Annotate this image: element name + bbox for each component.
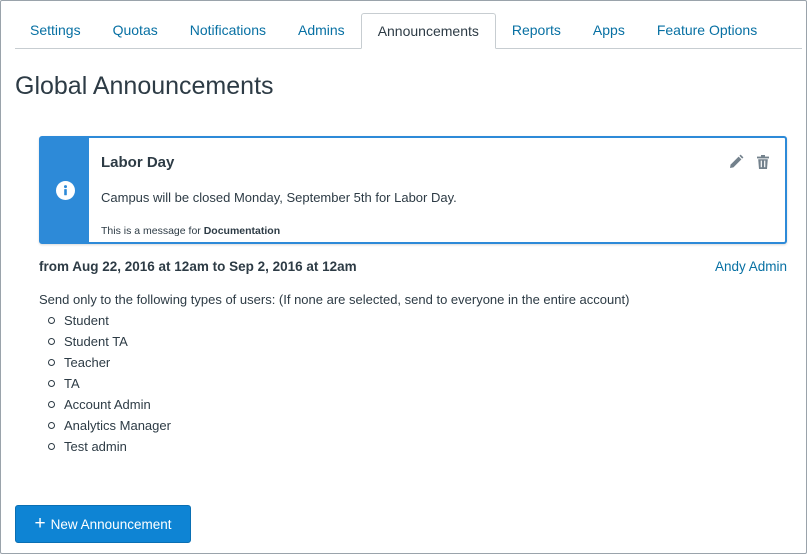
page-title: Global Announcements xyxy=(15,72,274,100)
new-announcement-button[interactable]: + New Announcement xyxy=(15,505,191,543)
announcement-date-range: from Aug 22, 2016 at 12am to Sep 2, 2016… xyxy=(39,259,357,274)
tab-feature-options[interactable]: Feature Options xyxy=(641,13,773,48)
list-item: Account Admin xyxy=(39,397,171,418)
tab-notifications[interactable]: Notifications xyxy=(174,13,282,48)
tab-apps[interactable]: Apps xyxy=(577,13,641,48)
announcement-card-body: Labor Day Campus will be closed Monday, … xyxy=(89,138,785,242)
list-item: Analytics Manager xyxy=(39,418,171,439)
recipients-note: Send only to the following types of user… xyxy=(39,292,630,307)
announcement-audience: This is a message for Documentation xyxy=(101,225,280,237)
announcement-audience-account: Documentation xyxy=(203,225,281,237)
list-item: Student TA xyxy=(39,334,171,355)
account-tabs: Settings Quotas Notifications Admins Ann… xyxy=(15,13,802,49)
pencil-icon[interactable] xyxy=(728,154,744,170)
role-list: Student Student TA Teacher TA Account Ad… xyxy=(39,313,171,460)
list-item: Test admin xyxy=(39,439,171,460)
list-item: Teacher xyxy=(39,355,171,376)
trash-icon[interactable] xyxy=(755,154,771,170)
tab-settings[interactable]: Settings xyxy=(15,13,97,48)
tab-quotas[interactable]: Quotas xyxy=(97,13,174,48)
list-item: TA xyxy=(39,376,171,397)
plus-icon: + xyxy=(34,512,46,534)
announcement-actions xyxy=(728,154,771,170)
tab-admins[interactable]: Admins xyxy=(282,13,361,48)
tab-reports[interactable]: Reports xyxy=(496,13,577,48)
announcement-audience-prefix: This is a message for xyxy=(101,225,201,237)
announcement-title: Labor Day xyxy=(101,154,175,171)
author-link[interactable]: Andy Admin xyxy=(715,259,787,274)
tab-announcements[interactable]: Announcements xyxy=(360,13,496,49)
announcement-card: Labor Day Campus will be closed Monday, … xyxy=(39,136,787,244)
announcement-message: Campus will be closed Monday, September … xyxy=(101,190,457,205)
list-item: Student xyxy=(39,313,171,334)
new-announcement-label: New Announcement xyxy=(50,516,172,532)
announcement-card-accent xyxy=(41,138,89,242)
info-icon xyxy=(55,180,75,200)
